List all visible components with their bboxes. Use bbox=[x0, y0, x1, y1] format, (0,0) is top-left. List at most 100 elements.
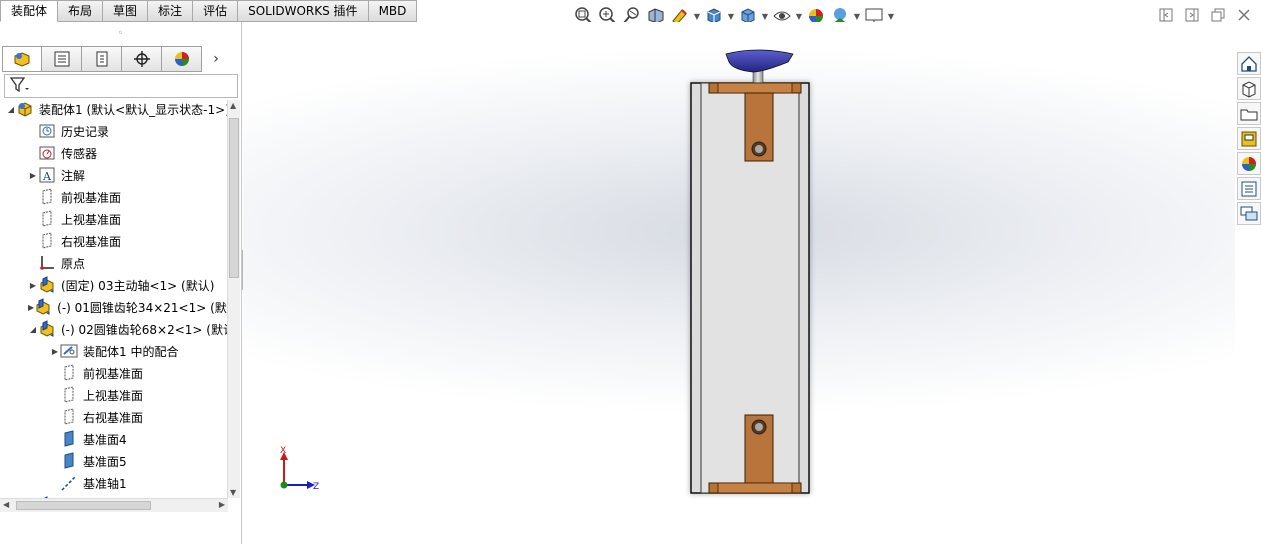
design-library-icon[interactable] bbox=[1237, 77, 1261, 100]
filter-icon[interactable] bbox=[9, 76, 31, 97]
tree-item[interactable]: 基准面4 bbox=[0, 428, 228, 450]
tree-item-label: 右视基准面 bbox=[61, 234, 122, 249]
tree-item-label: 注解 bbox=[61, 168, 86, 183]
axis-icon bbox=[60, 474, 78, 492]
command-tab[interactable]: SOLIDWORKS 插件 bbox=[238, 0, 369, 22]
dimxpertmanager-icon[interactable] bbox=[122, 46, 162, 72]
tree-item[interactable]: 上视基准面 bbox=[0, 208, 228, 230]
collapse-arrow-icon[interactable]: ◢ bbox=[28, 325, 38, 334]
plane-filled-icon bbox=[60, 452, 78, 470]
tree-item-label: 传感器 bbox=[61, 146, 98, 161]
featuremanager-tree-icon[interactable] bbox=[2, 46, 42, 72]
tree-item[interactable]: 右视基准面 bbox=[0, 406, 228, 428]
plane-icon bbox=[38, 188, 56, 206]
scroll-right-arrow[interactable]: ▶ bbox=[219, 500, 225, 509]
file-explorer-icon[interactable] bbox=[1237, 102, 1261, 125]
origin-icon bbox=[38, 254, 56, 272]
command-tab[interactable]: 草图 bbox=[103, 0, 149, 22]
tree-item[interactable]: ▶ A 注解 bbox=[0, 164, 228, 186]
tree-item[interactable]: 前视基准面 bbox=[0, 186, 228, 208]
forum-icon[interactable] bbox=[1237, 202, 1261, 225]
manager-tabs: › bbox=[2, 46, 241, 72]
tree-item[interactable]: 前视基准面 bbox=[0, 362, 228, 384]
svg-text:◂: ◂ bbox=[50, 331, 54, 338]
chevron-right-icon[interactable]: › bbox=[202, 46, 230, 72]
tree-item[interactable]: 右视基准面 bbox=[0, 230, 228, 252]
tree-item-label: 上视基准面 bbox=[61, 212, 122, 227]
graphics-area[interactable]: X Z bbox=[243, 22, 1235, 544]
scroll-thumb[interactable] bbox=[229, 118, 239, 278]
tree-item-label: 基准面5 bbox=[83, 454, 127, 469]
command-tab[interactable]: 评估 bbox=[193, 0, 239, 22]
command-tab[interactable]: 布局 bbox=[58, 0, 104, 22]
expand-arrow-icon[interactable]: ▶ bbox=[50, 347, 60, 356]
reference-triad: X Z bbox=[280, 446, 319, 492]
plane-icon bbox=[38, 232, 56, 250]
feature-tree: ◢ 装配体1 (默认<默认_显示状态-1>) 历史记录 传感器 ▶ A 注解 前视基准面 上视基… bbox=[0, 98, 228, 498]
command-tab[interactable]: 标注 bbox=[148, 0, 194, 22]
svg-text:◂: ◂ bbox=[46, 309, 50, 316]
plane-icon bbox=[60, 408, 78, 426]
annotations-icon: A bbox=[38, 166, 56, 184]
command-tab[interactable]: MBD bbox=[368, 0, 418, 22]
filter-box[interactable] bbox=[4, 74, 238, 98]
tree-item-label: (-) 02圆锥齿轮68×2<1> (默认) bbox=[61, 322, 228, 337]
configurationmanager-icon[interactable] bbox=[82, 46, 122, 72]
plane-filled-icon bbox=[60, 430, 78, 448]
tree-item-label: 装配体1 (默认<默认_显示状态-1>) bbox=[39, 102, 228, 117]
tree-item[interactable]: 基准面5 bbox=[0, 450, 228, 472]
mates-icon bbox=[60, 342, 78, 360]
expand-arrow-icon[interactable]: ▶ bbox=[28, 281, 38, 290]
propertymanager-icon[interactable] bbox=[42, 46, 82, 72]
sensor-icon bbox=[38, 144, 56, 162]
triad-x-label: X bbox=[280, 446, 286, 456]
tree-horizontal-scrollbar[interactable]: ◀ ▶ bbox=[0, 498, 228, 512]
tree-item[interactable]: ▶ ◂ (固定) 03主动轴<1> (默认) bbox=[0, 274, 228, 296]
tree-item[interactable]: 基准轴1 bbox=[0, 472, 228, 494]
tree-item-label: 上视基准面 bbox=[83, 388, 144, 403]
tree-item[interactable]: 原点 bbox=[0, 252, 228, 274]
part-icon: ◂ bbox=[38, 320, 56, 338]
tree-item[interactable]: ◢ 装配体1 (默认<默认_显示状态-1>) bbox=[0, 98, 228, 120]
tree-vertical-scrollbar[interactable]: ▲ ▼ bbox=[227, 100, 240, 498]
command-tab[interactable]: 装配体 bbox=[0, 0, 59, 22]
task-pane bbox=[1237, 52, 1261, 225]
custom-properties-icon[interactable] bbox=[1237, 177, 1261, 200]
tree-item-label: 基准面4 bbox=[83, 432, 127, 447]
tree-item[interactable]: ▶ ◂ (-) 01圆锥齿轮34×21<1> (默认) bbox=[0, 296, 228, 318]
close-icon[interactable] bbox=[1235, 6, 1253, 24]
tree-item[interactable]: ◢ ◂ (-) 02圆锥齿轮68×2<1> (默认) bbox=[0, 318, 228, 340]
svg-text:A: A bbox=[42, 170, 52, 183]
tree-item[interactable]: 传感器 bbox=[0, 142, 228, 164]
tree-item-label: 历史记录 bbox=[61, 124, 110, 139]
tree-item-label: 前视基准面 bbox=[83, 366, 144, 381]
tree-item-label: 前视基准面 bbox=[61, 190, 122, 205]
part-icon: ◂ bbox=[38, 276, 56, 294]
tree-item-label: (-) 01圆锥齿轮34×21<1> (默认) bbox=[57, 300, 228, 315]
model-viewport[interactable]: X Z bbox=[243, 22, 1235, 544]
solidworks-resources-icon[interactable] bbox=[1237, 52, 1261, 75]
tree-item[interactable]: 上视基准面 bbox=[0, 384, 228, 406]
expand-arrow-icon[interactable]: ▶ bbox=[28, 171, 38, 180]
panel-grip[interactable]: ◦ bbox=[0, 22, 241, 46]
tree-item[interactable]: 历史记录 bbox=[0, 120, 228, 142]
tree-item[interactable]: ▶ 装配体1 中的配合 bbox=[0, 340, 228, 362]
scroll-thumb[interactable] bbox=[16, 501, 151, 510]
plane-icon bbox=[38, 210, 56, 228]
displaymanager-icon[interactable] bbox=[162, 46, 202, 72]
scroll-down-arrow[interactable]: ▼ bbox=[230, 488, 236, 497]
tree-item-label: 原点 bbox=[61, 256, 86, 271]
tree-item-label: (固定) 03主动轴<1> (默认) bbox=[61, 278, 215, 293]
appearances-icon[interactable] bbox=[1237, 152, 1261, 175]
tree-item-label: 基准轴1 bbox=[83, 476, 127, 491]
collapse-arrow-icon[interactable]: ◢ bbox=[6, 105, 16, 114]
scroll-left-arrow[interactable]: ◀ bbox=[3, 500, 9, 509]
part-icon: ◂ bbox=[34, 298, 52, 316]
svg-text:◂: ◂ bbox=[50, 287, 54, 294]
view-palette-icon[interactable] bbox=[1237, 127, 1261, 150]
scroll-up-arrow[interactable]: ▲ bbox=[230, 101, 236, 110]
assembly-icon bbox=[16, 100, 34, 118]
triad-z-label: Z bbox=[313, 482, 319, 492]
plane-icon bbox=[60, 386, 78, 404]
tree-item-label: 装配体1 中的配合 bbox=[83, 344, 179, 359]
